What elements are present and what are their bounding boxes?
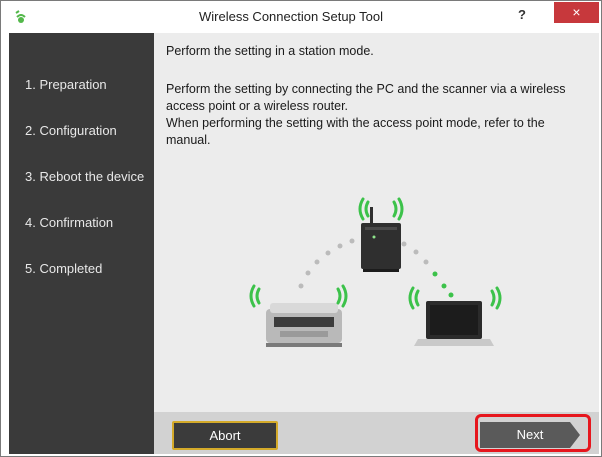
step-completed: 5. Completed [25, 261, 103, 276]
title-bar: Wireless Connection Setup Tool ? × [1, 1, 601, 32]
scanner-icon [266, 303, 342, 347]
setup-window: Wireless Connection Setup Tool ? × 1. Pr… [0, 0, 602, 457]
step-reboot: 3. Reboot the device [25, 169, 145, 184]
step-configuration: 2. Configuration [25, 123, 117, 138]
close-button[interactable]: × [554, 2, 599, 23]
steps-sidebar: 1. Preparation 2. Configuration 3. Reboo… [9, 33, 154, 454]
laptop-icon [414, 301, 494, 346]
window-title: Wireless Connection Setup Tool [198, 9, 384, 24]
next-highlight-box [475, 414, 591, 452]
step-preparation: 1. Preparation [25, 77, 107, 92]
step-confirmation: 4. Confirmation [25, 215, 114, 230]
help-button[interactable]: ? [512, 6, 532, 24]
abort-button[interactable]: Abort [172, 421, 278, 450]
wifi-signal-icon [358, 197, 404, 221]
network-illustration [249, 197, 502, 347]
main-content: Perform the setting in a station mode. P… [154, 33, 599, 412]
